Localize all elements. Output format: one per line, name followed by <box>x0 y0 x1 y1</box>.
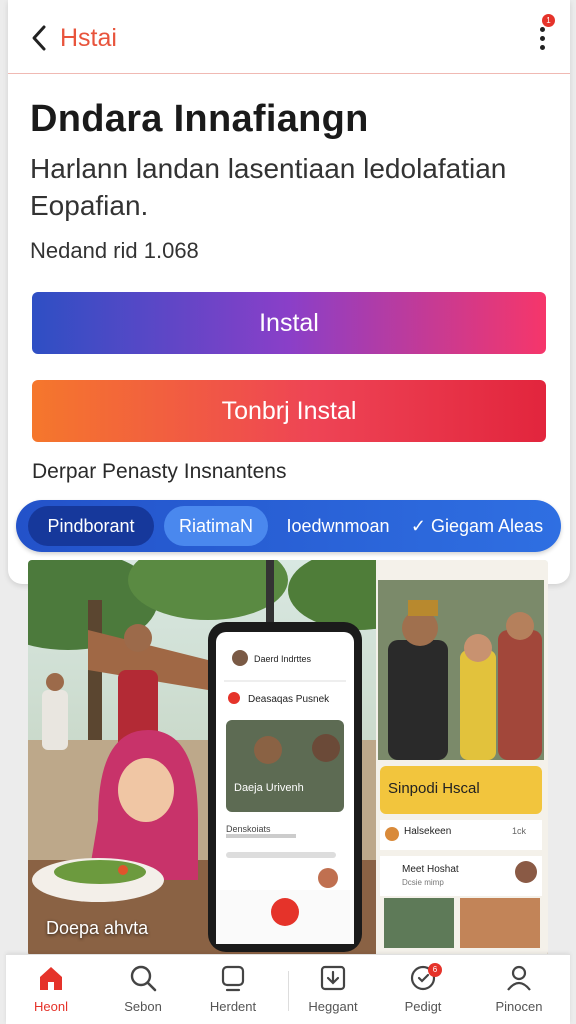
chip-giegam[interactable]: ✓ Giegam Aleas <box>402 506 552 546</box>
more-dot <box>540 45 545 50</box>
nav-label: Sebon <box>124 999 162 1014</box>
phone-card-text: Daeja Urivenh <box>234 782 304 794</box>
more-dot <box>540 36 545 41</box>
nav-search[interactable]: Sebon <box>98 963 188 1021</box>
phone-row-text: Denskoiats <box>226 824 271 834</box>
app-description: Harlann landan lasentiaan ledolafatian E… <box>30 153 507 221</box>
secondary-install-button[interactable]: Tonbrj Instal <box>32 380 546 442</box>
profile-card-icon <box>221 965 245 992</box>
back-button[interactable] <box>28 22 52 54</box>
home-icon <box>40 967 62 990</box>
app-screenshot[interactable]: Doepa ahvta Daerd Indrttes Deasaqas Pusn… <box>28 560 548 956</box>
photo-caption: Doepa ahvta <box>46 918 149 938</box>
bottom-navigation: Heonl Sebon Herdent Heggant 6 Pedigt Pin… <box>6 954 570 1024</box>
install-hint: Derpar Penasty Insnantens <box>32 460 287 483</box>
download-icon <box>320 965 346 991</box>
nav-home[interactable]: Heonl <box>6 963 96 1021</box>
panel-row-2-sub: Dcsie mimp <box>402 878 444 887</box>
chip-pindborant[interactable]: Pindborant <box>28 506 154 546</box>
nav-heggant[interactable]: Heggant <box>288 963 378 1021</box>
nav-profile[interactable]: Pinocen <box>474 963 564 1021</box>
nav-label: Heggant <box>308 999 358 1014</box>
phone-app-title: Daerd Indrttes <box>254 654 312 664</box>
search-icon <box>130 965 157 992</box>
notification-badge: 1 <box>542 14 555 27</box>
nav-label: Pedigt <box>404 999 442 1014</box>
install-button[interactable]: Instal <box>32 292 546 354</box>
nav-pedigt[interactable]: 6 Pedigt <box>378 963 468 1021</box>
phone-header-text: Deasaqas Pusnek <box>248 694 330 705</box>
more-vertical-icon <box>540 27 545 32</box>
download-count: Nedand rid 1.068 <box>30 238 199 263</box>
category-chip-bar: Pindborant RiatimaN Ioedwnmoan ✓ Giegam … <box>16 500 561 552</box>
check-icon: ✓ <box>410 516 432 536</box>
panel-banner-text: Sinpodi Hscal <box>388 780 480 797</box>
panel-row-1-count: 1ck <box>512 826 527 836</box>
chip-label: Giegam Aleas <box>431 516 544 536</box>
panel-row-1: Halsekeen <box>404 826 452 837</box>
panel-row-2: Meet Hoshat <box>402 864 459 875</box>
app-detail-card: Hstai 1 Dndara Innafiangn Harlann landan… <box>8 0 570 584</box>
nav-badge: 6 <box>428 963 442 977</box>
user-icon <box>507 965 531 991</box>
page-title: Hstai <box>60 24 117 52</box>
nav-label: Herdent <box>209 999 257 1014</box>
screenshot-illustration <box>28 560 548 956</box>
app-title: Dndara Innafiangn <box>30 98 369 140</box>
chip-riatiman[interactable]: RiatimaN <box>164 506 268 546</box>
nav-label: Pinocen <box>495 999 543 1014</box>
top-bar: Hstai 1 <box>8 0 570 74</box>
chip-ioedwnmoan[interactable]: Ioedwnmoan <box>278 506 398 546</box>
chevron-left-icon <box>32 25 46 51</box>
nav-label: Heonl <box>34 999 68 1014</box>
nav-herdent[interactable]: Herdent <box>188 963 278 1021</box>
